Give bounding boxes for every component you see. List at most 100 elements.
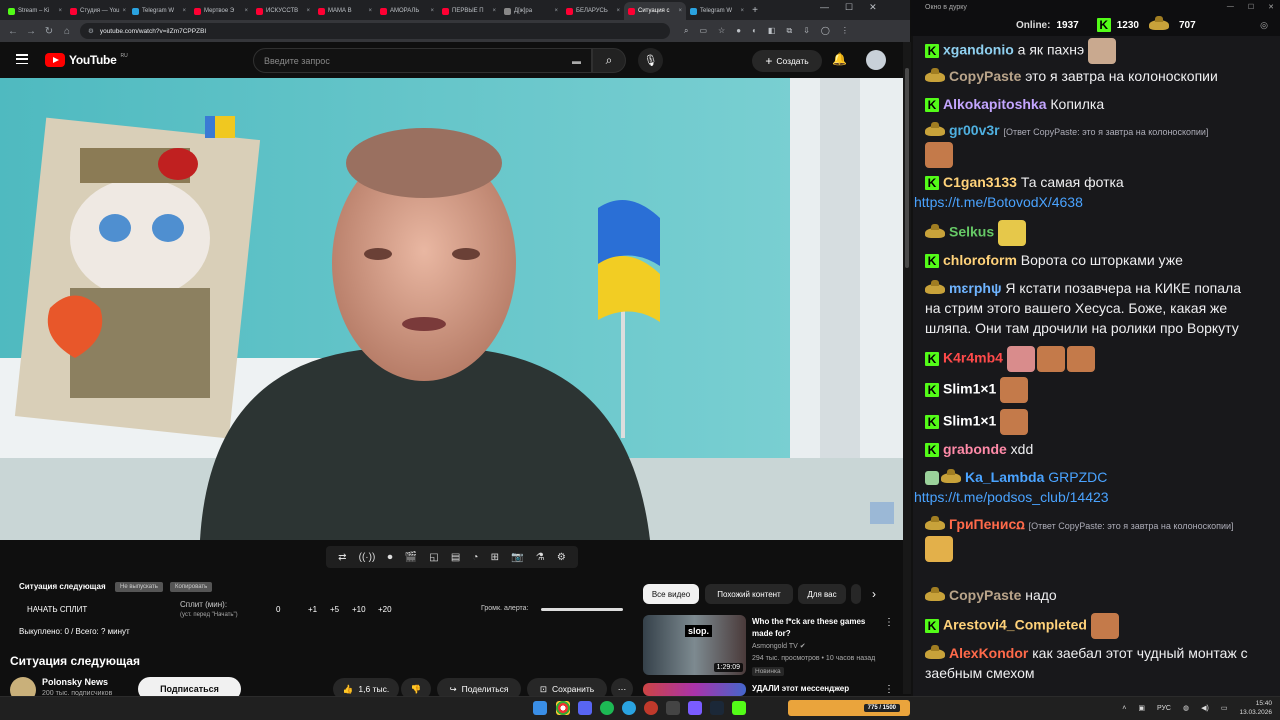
flask-icon[interactable]: ⚗ xyxy=(536,552,545,563)
tab-close-icon[interactable]: × xyxy=(492,8,496,14)
close-icon[interactable]: ✕ xyxy=(869,2,877,13)
browser-tab[interactable]: Telegram W × xyxy=(686,2,748,20)
bookmark-star-icon[interactable]: ☆ xyxy=(718,26,725,36)
gear-icon[interactable]: ⚙ xyxy=(557,552,566,563)
rec-thumbnail[interactable] xyxy=(643,683,746,696)
maximize-icon[interactable]: ☐ xyxy=(1248,3,1254,11)
tab-close-icon[interactable]: × xyxy=(678,8,682,14)
chat-username[interactable]: xgandonio xyxy=(943,42,1014,58)
create-button[interactable]: + Создать xyxy=(752,50,822,72)
chat-username[interactable]: Arestovi4_Completed xyxy=(943,617,1087,633)
browser-tab[interactable]: Stream – Ki × xyxy=(4,2,66,20)
rec-channel[interactable]: Asmongold TV ✔ xyxy=(752,642,806,650)
minimize-icon[interactable]: — xyxy=(820,2,829,13)
copy-button[interactable]: Копировать xyxy=(170,582,213,592)
chrome-icon[interactable] xyxy=(556,701,570,715)
chat-username[interactable]: grabonde xyxy=(943,441,1007,457)
audio-icon[interactable]: ((·)) xyxy=(359,552,376,563)
chat-message-list[interactable]: Kxgandonio а як пахнэ CopyPaste это я за… xyxy=(914,36,1274,692)
extension-icon[interactable]: ◐ xyxy=(752,26,757,36)
app-icon[interactable] xyxy=(666,701,680,715)
cast-icon[interactable]: ▭ xyxy=(699,26,707,36)
clapper-icon[interactable]: 🎬 xyxy=(405,552,417,563)
tab-close-icon[interactable]: × xyxy=(58,8,62,14)
chat-link[interactable]: https://t.me/podsos_club/14423 xyxy=(914,487,1260,507)
tab-close-icon[interactable]: × xyxy=(616,8,620,14)
voice-search-button[interactable]: 🎙 xyxy=(638,48,663,73)
media-player-icon[interactable] xyxy=(688,701,702,715)
tray-app-icon[interactable]: ▣ xyxy=(1138,704,1145,712)
loop-icon[interactable]: ⇄ xyxy=(338,552,346,563)
discord-icon[interactable] xyxy=(578,701,592,715)
split-minutes-value[interactable]: 0 xyxy=(276,605,280,614)
rec-menu-icon[interactable]: ⋮ xyxy=(884,684,894,695)
language-indicator[interactable]: РУС xyxy=(1157,705,1171,712)
clock[interactable]: 15:40 13.03.2026 xyxy=(1239,699,1272,717)
rec-thumbnail[interactable]: slop. 1:29:09 xyxy=(643,615,746,675)
app-icon[interactable] xyxy=(644,701,658,715)
chat-username[interactable]: mɛrphψ xyxy=(949,280,1002,296)
extension-icon[interactable]: ◧ xyxy=(768,26,776,36)
add-20-button[interactable]: +20 xyxy=(378,605,392,614)
site-info-icon[interactable]: ⚙ xyxy=(88,27,94,35)
network-icon[interactable]: ◍ xyxy=(1183,704,1189,712)
alert-volume-slider[interactable] xyxy=(541,608,623,611)
notifications-bell-icon[interactable]: 🔔 xyxy=(832,52,847,66)
add-1-button[interactable]: +1 xyxy=(308,605,317,614)
back-icon[interactable]: ← xyxy=(8,26,18,37)
start-split-button[interactable]: НАЧАТЬ СПЛИТ xyxy=(27,605,87,614)
page-scrollbar-thumb[interactable] xyxy=(905,68,909,268)
chat-username[interactable]: Alkokapitoshka xyxy=(943,96,1046,112)
rec-title[interactable]: УДАЛИ этот мессенджер xyxy=(752,684,849,693)
tab-close-icon[interactable]: × xyxy=(182,8,186,14)
telegram-icon[interactable] xyxy=(622,701,636,715)
youtube-logo[interactable]: YouTube RU xyxy=(45,53,128,67)
chip-more[interactable] xyxy=(851,584,861,604)
chat-username[interactable]: Slim1×1 xyxy=(943,381,996,397)
volume-icon[interactable]: ◀) xyxy=(1201,704,1209,712)
tab-close-icon[interactable]: × xyxy=(740,8,744,14)
browser-tab[interactable]: Д[ж]ра × xyxy=(500,2,562,20)
minimize-icon[interactable]: — xyxy=(1227,3,1234,11)
chat-username[interactable]: chloroform xyxy=(943,252,1017,268)
maximize-icon[interactable]: ☐ xyxy=(845,2,853,13)
channel-name[interactable]: Polonsky News xyxy=(42,677,108,687)
browser-tab[interactable]: Мертвое Э × xyxy=(190,2,252,20)
chat-username[interactable]: gr00v3r xyxy=(949,122,1000,138)
kick-app-icon[interactable] xyxy=(732,701,746,715)
progress-widget[interactable]: 775 / 1500 xyxy=(788,700,910,716)
subtitles-icon[interactable]: ▤ xyxy=(451,552,460,563)
chat-username[interactable]: CopyPaste xyxy=(949,587,1021,603)
record-icon[interactable]: ⏺ xyxy=(387,552,392,563)
browser-tab[interactable]: ПЕРВЫЕ П × xyxy=(438,2,500,20)
reload-icon[interactable]: ↻ xyxy=(44,26,54,37)
add-frame-icon[interactable]: ⊞ xyxy=(491,552,499,563)
hamburger-menu-icon[interactable] xyxy=(16,54,28,64)
tab-close-icon[interactable]: × xyxy=(368,8,372,14)
video-player[interactable] xyxy=(0,78,903,540)
menu-dots-icon[interactable]: ⋮ xyxy=(841,26,849,36)
extension-icon[interactable]: ● xyxy=(736,26,741,36)
speed-icon[interactable]: ◔ xyxy=(472,552,478,563)
browser-tab[interactable]: БЕЛАРУСЬ × xyxy=(562,2,624,20)
hide-button[interactable]: Не выпускать xyxy=(115,582,163,592)
chat-username[interactable]: C1gan3133 xyxy=(943,174,1017,190)
browser-tab[interactable]: МАМА В × xyxy=(314,2,376,20)
tab-close-icon[interactable]: × xyxy=(244,8,248,14)
browser-tab[interactable]: ИСКУССТВ × xyxy=(252,2,314,20)
chat-username[interactable]: CopyPaste xyxy=(949,68,1021,84)
settings-icon[interactable]: ◎ xyxy=(1260,20,1268,31)
chevron-right-icon[interactable]: › xyxy=(872,587,876,601)
browser-tab[interactable]: Студия — You × xyxy=(66,2,128,20)
chat-username[interactable]: Selkus xyxy=(949,224,994,240)
search-input[interactable]: Введите запрос ▬ xyxy=(253,48,592,73)
chip-related[interactable]: Похожий контент xyxy=(705,584,793,604)
tab-close-icon[interactable]: × xyxy=(554,8,558,14)
battery-icon[interactable]: ▭ xyxy=(1221,704,1228,712)
chip-for-you[interactable]: Для вас xyxy=(798,584,846,604)
url-field[interactable]: ⚙ youtube.com/watch?v=iIZm7CPPZBI xyxy=(80,23,670,39)
browser-tab[interactable]: АМОРАЛЬ × xyxy=(376,2,438,20)
picture-in-picture-icon[interactable]: ◱ xyxy=(429,552,438,563)
chat-username[interactable]: ГриПенисꭥ xyxy=(949,516,1025,532)
camera-icon[interactable]: 📷 xyxy=(511,552,523,563)
